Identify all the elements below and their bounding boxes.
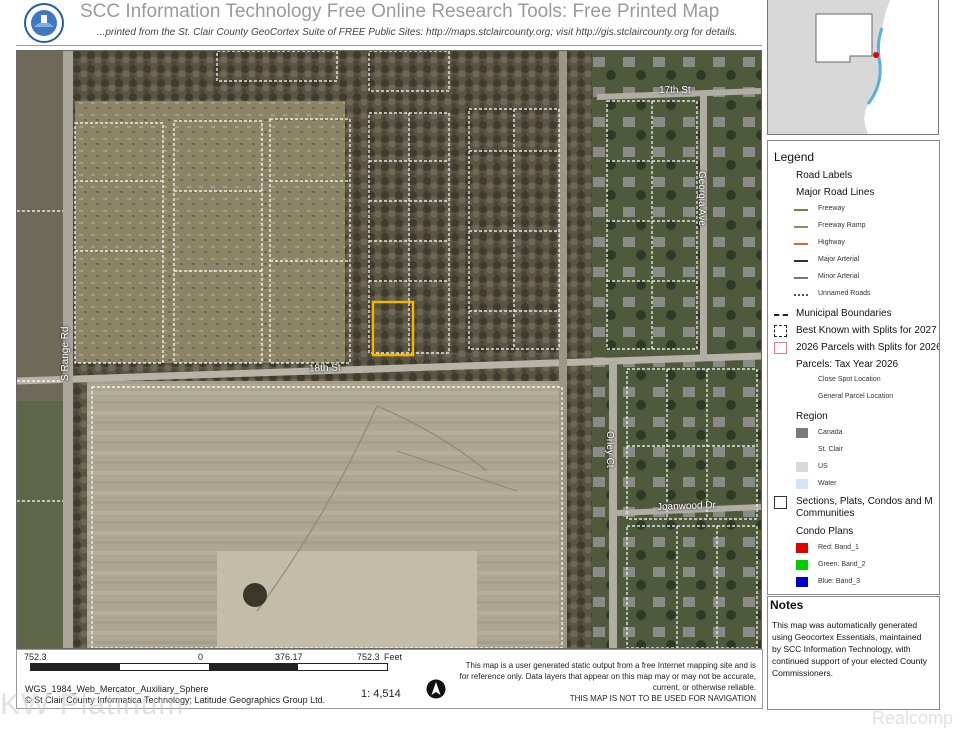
notes-text: This map was automatically generated usi… — [772, 620, 927, 678]
legend-general-parcel: General Parcel Location — [818, 393, 894, 400]
locator-inset-map — [767, 0, 939, 135]
legend-band-3: Blue: Band_3 — [818, 578, 861, 585]
map-disclaimer: This map is a user generated static outp… — [456, 660, 756, 704]
legend-major-road-lines: Major Road Lines — [796, 187, 875, 198]
band-red-swatch — [796, 543, 808, 553]
street-label-georgia-ave: Georgia Ave — [696, 171, 707, 226]
legend-st-clair: St. Clair — [818, 446, 843, 453]
street-label-17th: 17th St — [659, 85, 691, 96]
legend-parcels-tax-year: Parcels: Tax Year 2026 — [796, 359, 899, 370]
scale-ratio: 1: 4,514 — [361, 688, 401, 700]
sections-plats-swatch — [774, 496, 787, 509]
unnamed-roads-line-swatch — [794, 294, 808, 296]
county-seal-logo — [24, 3, 64, 43]
disclaimer-text: This map is a user generated static outp… — [459, 661, 756, 692]
street-label-joanwood-dr: Joanwood Dr — [656, 499, 717, 514]
canada-swatch — [796, 428, 808, 438]
watermark-right: Realcomp — [872, 708, 954, 728]
north-arrow-icon — [426, 679, 446, 699]
watermark-left: KW Platinum — [0, 688, 185, 721]
scale-label-mid: 376.17 — [275, 652, 303, 662]
legend-condo-plans: Condo Plans — [796, 526, 854, 537]
municipal-boundary-swatch — [774, 314, 788, 316]
highway-line-swatch — [794, 243, 808, 245]
parcels-2026-swatch — [774, 342, 787, 354]
legend-sections-plats: Sections, Plats, Condos and M — [796, 496, 933, 507]
street-label-s-range-rd: S Range Rd — [60, 326, 71, 381]
legend-2026-parcels-splits: 2026 Parcels with Splits for 2026 — [796, 342, 940, 353]
page-title: SCC Information Technology Free Online R… — [80, 1, 720, 22]
legend-water: Water — [818, 480, 837, 487]
navigation-warning: THIS MAP IS NOT TO BE USED FOR NAVIGATIO… — [569, 694, 756, 703]
legend-band-2: Green: Band_2 — [818, 561, 866, 568]
legend-close-spot: Close Spot Location — [818, 376, 881, 383]
us-swatch — [796, 462, 808, 472]
st-clair-swatch — [796, 445, 808, 455]
street-label-orley-ct: Orley Ct — [604, 431, 615, 468]
notes-panel: Notes This map was automatically generat… — [767, 596, 940, 710]
street-label-18th: 18th St — [308, 362, 341, 375]
legend-band-1: Red: Band_1 — [818, 544, 859, 551]
legend-us: US — [818, 463, 828, 470]
header-divider — [16, 45, 762, 46]
legend-road-labels: Road Labels — [796, 170, 853, 181]
freeway-ramp-line-swatch — [794, 226, 808, 228]
legend-region: Region — [796, 411, 828, 422]
legend-title: Legend — [774, 150, 815, 164]
major-arterial-line-swatch — [794, 260, 808, 262]
map-header: SCC Information Technology Free Online R… — [0, 0, 762, 46]
scale-label-left: 752.3 — [24, 652, 47, 662]
freeway-line-swatch — [794, 209, 808, 211]
legend-municipal-boundaries: Municipal Boundaries — [796, 308, 892, 319]
scale-label-unit: Feet — [384, 652, 403, 662]
band-blue-swatch — [796, 577, 808, 587]
aerial-imagery — [17, 51, 761, 648]
legend-best-known-splits: Best Known with Splits for 2027 — [796, 325, 937, 336]
legend-freeway-ramp: Freeway Ramp — [818, 222, 866, 229]
band-green-swatch — [796, 560, 808, 570]
legend-highway: Highway — [818, 239, 845, 246]
water-swatch — [796, 479, 808, 489]
aerial-map[interactable]: 17th St 18th St S Range Rd Georgia Ave O… — [16, 50, 762, 649]
notes-title: Notes — [770, 598, 804, 612]
best-known-swatch — [774, 325, 787, 337]
legend-freeway: Freeway — [818, 205, 845, 212]
legend-unnamed-roads: Unnamed Roads — [818, 290, 871, 297]
legend-minor-arterial: Minor Arterial — [818, 273, 860, 280]
scale-bar — [30, 663, 388, 671]
page-subtitle: ...printed from the St. Clair County Geo… — [97, 27, 738, 38]
scale-label-right: 752.3 — [357, 652, 380, 662]
legend-major-arterial: Major Arterial — [818, 256, 860, 263]
map-legend: Legend Road Labels Major Road Lines Free… — [767, 140, 940, 595]
legend-communities: Communities — [796, 508, 855, 519]
minor-arterial-line-swatch — [794, 277, 808, 279]
legend-canada: Canada — [818, 429, 843, 436]
scale-label-zero: 0 — [198, 652, 204, 662]
